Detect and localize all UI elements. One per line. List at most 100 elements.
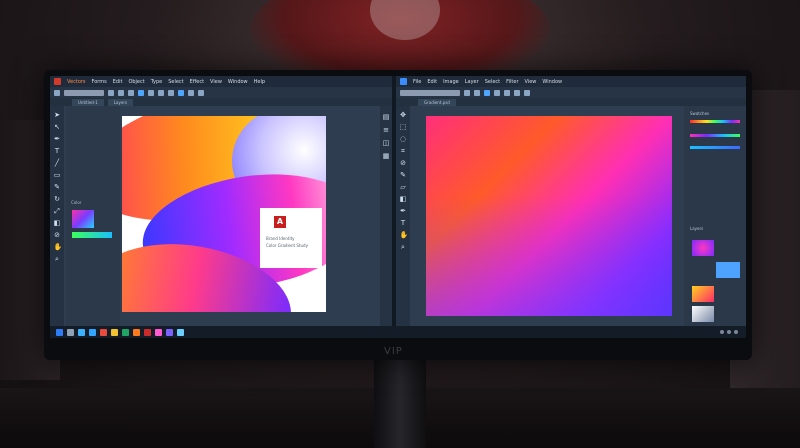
menu-item[interactable]: View: [210, 79, 222, 85]
properties-icon[interactable]: ▤: [383, 114, 390, 121]
align-left-icon[interactable]: [108, 89, 114, 96]
artboard[interactable]: A Brand Identity Color Gradient Study: [122, 116, 326, 312]
crop-tool-icon[interactable]: ⌗: [400, 148, 407, 155]
menu-item[interactable]: Layer: [465, 79, 479, 85]
brush-tool-icon[interactable]: ✎: [400, 172, 407, 179]
tab-layers[interactable]: Layers: [107, 98, 134, 106]
hand-tool-icon[interactable]: ✋: [54, 244, 63, 251]
brush-tool-icon[interactable]: ✎: [54, 184, 61, 191]
start-icon[interactable]: [56, 328, 63, 336]
layer-thumbnail-selected[interactable]: [716, 262, 740, 278]
airbrush-icon[interactable]: [504, 89, 510, 96]
arrange-icon[interactable]: [158, 89, 164, 96]
color-picker-swatch[interactable]: [72, 210, 94, 228]
rotate-tool-icon[interactable]: ↻: [54, 196, 61, 203]
menu-item[interactable]: Type: [151, 79, 162, 85]
align-center-icon[interactable]: [118, 89, 124, 96]
menu-item[interactable]: File: [413, 79, 421, 85]
menu-item[interactable]: Select: [168, 79, 183, 85]
mode-icon[interactable]: [474, 89, 480, 96]
pen-tool-icon[interactable]: ✒: [54, 136, 61, 143]
tab-document[interactable]: Untitled-1: [72, 98, 104, 106]
color-slider[interactable]: [72, 232, 112, 238]
saturation-slider[interactable]: [690, 134, 740, 137]
options-field[interactable]: [64, 89, 104, 96]
app-icon[interactable]: [133, 328, 140, 336]
image-canvas[interactable]: [426, 116, 672, 316]
flow-icon[interactable]: [494, 89, 500, 96]
hue-slider[interactable]: [690, 120, 740, 123]
menu-item[interactable]: Window: [228, 79, 248, 85]
layer-thumbnail[interactable]: [692, 240, 714, 256]
type-tool-icon[interactable]: T: [54, 148, 61, 155]
eyedropper-tool-icon[interactable]: ⊘: [400, 160, 407, 167]
document-line: Color Gradient Study: [266, 243, 308, 248]
opacity-icon[interactable]: [484, 89, 490, 96]
transform-icon[interactable]: [148, 89, 154, 96]
volume-icon[interactable]: [727, 330, 731, 334]
menu-item[interactable]: Select: [485, 79, 500, 85]
browser-icon[interactable]: [89, 328, 96, 336]
network-icon[interactable]: [720, 330, 724, 334]
tab-document[interactable]: Gradient.psd: [418, 98, 456, 106]
menu-item[interactable]: Forms: [92, 79, 107, 85]
left-app-window: Vectors Forms Edit Object Type Select Ef…: [50, 76, 392, 326]
type-tool-icon[interactable]: T: [400, 220, 407, 227]
direct-select-tool-icon[interactable]: ↖: [54, 124, 61, 131]
app-icon[interactable]: [122, 328, 129, 336]
gradient-tool-icon[interactable]: ◧: [54, 220, 61, 227]
mail-icon[interactable]: [100, 328, 107, 336]
move-icon[interactable]: [54, 89, 60, 96]
hand-tool-icon[interactable]: ✋: [400, 232, 409, 239]
pen-tool-icon[interactable]: ✒: [400, 208, 407, 215]
app-icon[interactable]: [144, 328, 151, 336]
layer-thumbnail[interactable]: [692, 286, 714, 302]
menu-item[interactable]: Image: [443, 79, 459, 85]
menu-item[interactable]: View: [525, 79, 537, 85]
rectangle-tool-icon[interactable]: ▭: [54, 172, 61, 179]
align-right-icon[interactable]: [128, 89, 134, 96]
document-line: Brand Identity: [266, 236, 295, 241]
menu-item[interactable]: Edit: [113, 79, 123, 85]
battery-icon[interactable]: [734, 330, 738, 334]
zoom-tool-icon[interactable]: ⌕: [54, 256, 61, 263]
symmetry-icon[interactable]: [514, 89, 520, 96]
menu-item[interactable]: Effect: [190, 79, 204, 85]
menu-item[interactable]: Object: [128, 79, 144, 85]
libraries-icon[interactable]: ◫: [383, 140, 390, 147]
menu-item[interactable]: Window: [542, 79, 562, 85]
distribute-icon[interactable]: [138, 89, 144, 96]
menu-item[interactable]: Vectors: [67, 79, 86, 85]
hand-icon[interactable]: [198, 89, 204, 96]
app-icon[interactable]: [177, 328, 184, 336]
eyedropper-tool-icon[interactable]: ⊘: [54, 232, 61, 239]
layer-thumbnail[interactable]: [692, 306, 714, 322]
selection-tool-icon[interactable]: ➤: [54, 112, 61, 119]
marquee-tool-icon[interactable]: ⬚: [400, 124, 407, 131]
gradient-tool-icon[interactable]: ◧: [400, 196, 407, 203]
app-icon[interactable]: [155, 328, 162, 336]
app-icon[interactable]: [166, 328, 173, 336]
right-menubar: File Edit Image Layer Select Filter View…: [396, 76, 746, 87]
pressure-icon[interactable]: [524, 89, 530, 96]
menu-item[interactable]: Filter: [506, 79, 518, 85]
scale-tool-icon[interactable]: ⤢: [54, 208, 61, 215]
menu-item[interactable]: Edit: [427, 79, 437, 85]
grid-icon[interactable]: [178, 89, 184, 96]
layers-icon[interactable]: ≡: [383, 127, 390, 134]
move-tool-icon[interactable]: ✥: [400, 112, 407, 119]
search-icon[interactable]: [67, 328, 74, 336]
zoom-icon[interactable]: [188, 89, 194, 96]
task-view-icon[interactable]: [78, 328, 85, 336]
options-field[interactable]: [400, 89, 460, 96]
pathfinder-icon[interactable]: [168, 89, 174, 96]
brush-size-icon[interactable]: [464, 89, 470, 96]
brightness-slider[interactable]: [690, 146, 740, 149]
line-tool-icon[interactable]: ╱: [54, 160, 61, 167]
zoom-tool-icon[interactable]: ⌕: [400, 244, 407, 251]
menu-item[interactable]: Help: [254, 79, 265, 85]
lasso-tool-icon[interactable]: ◌: [400, 136, 407, 143]
folder-icon[interactable]: [111, 328, 118, 336]
eraser-tool-icon[interactable]: ▱: [400, 184, 407, 191]
swatches-icon[interactable]: ▦: [383, 153, 390, 160]
